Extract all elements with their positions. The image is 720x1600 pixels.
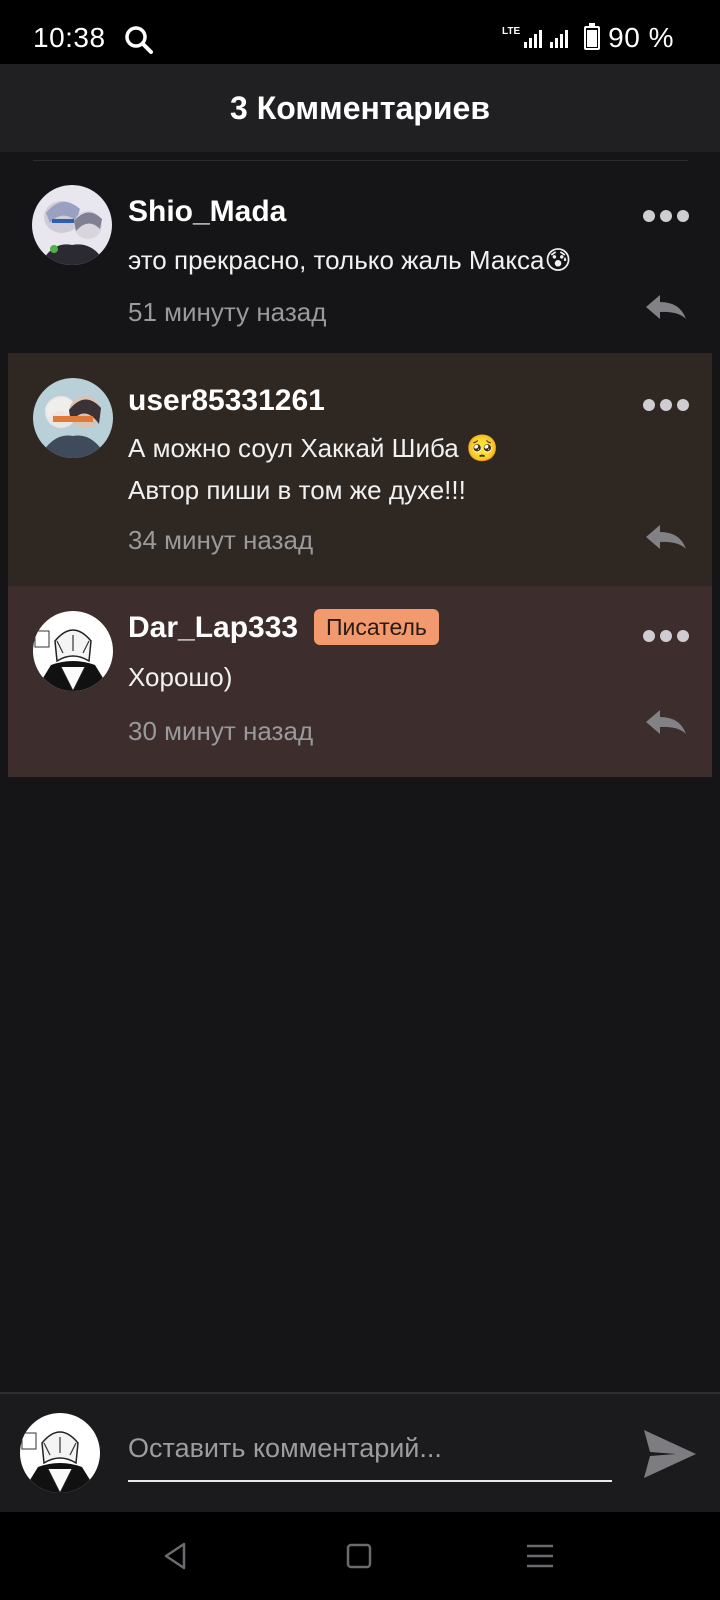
more-dot — [677, 630, 689, 642]
more-options-button[interactable] — [643, 398, 689, 412]
more-dot — [643, 210, 655, 222]
reply-icon[interactable] — [644, 708, 688, 738]
comment-timestamp: 51 минуту назад — [128, 297, 327, 327]
system-nav-bar — [0, 1512, 720, 1600]
comment-item: Dar_Lap333 Писатель Хорошо) 30 минут наз… — [8, 586, 712, 777]
comment-timestamp: 34 минут назад — [128, 525, 314, 555]
comment-text: А можно соул Хаккай Шиба 🥺 — [128, 433, 499, 463]
avatar[interactable] — [33, 611, 113, 691]
comment-username[interactable]: Shio_Mada — [128, 195, 286, 229]
battery-icon — [584, 23, 601, 50]
more-dot — [677, 399, 689, 411]
avatar[interactable] — [33, 378, 113, 458]
more-options-button[interactable] — [643, 209, 689, 223]
signal-icon — [524, 28, 544, 48]
writer-badge: Писатель — [314, 609, 439, 645]
signal-icon-2 — [550, 28, 570, 48]
status-time: 10:38 — [33, 22, 106, 53]
comment-input[interactable] — [128, 1416, 612, 1482]
comment-username[interactable]: Dar_Lap333 — [128, 611, 298, 645]
reply-icon[interactable] — [644, 293, 688, 323]
more-dot — [677, 210, 689, 222]
reply-icon[interactable] — [644, 523, 688, 553]
more-dot — [643, 399, 655, 411]
comment-item: Shio_Mada это прекрасно, только жаль Мак… — [0, 161, 720, 353]
more-dot — [660, 399, 672, 411]
network-label: LTE — [502, 25, 521, 37]
home-square-icon[interactable] — [343, 1540, 375, 1572]
more-dot — [643, 630, 655, 642]
comments-header: 3 Комментариев — [0, 64, 720, 152]
comment-username[interactable]: user85331261 — [128, 384, 325, 418]
comment-item: user85331261 А можно соул Хаккай Шиба 🥺 … — [8, 353, 712, 586]
comment-text: это прекрасно, только жаль Макса😰 — [128, 245, 572, 275]
comment-text: Хорошо) — [128, 662, 233, 692]
send-icon[interactable] — [642, 1428, 698, 1480]
avatar[interactable] — [32, 185, 112, 265]
back-triangle-icon[interactable] — [160, 1540, 192, 1572]
comment-input-bar — [0, 1392, 720, 1512]
comment-timestamp: 30 минут назад — [128, 716, 314, 746]
more-dot — [660, 630, 672, 642]
more-dot — [660, 210, 672, 222]
menu-lines-icon[interactable] — [524, 1540, 556, 1572]
battery-percent: 90 % — [608, 22, 674, 53]
page-title: 3 Комментариев — [230, 89, 490, 126]
more-options-button[interactable] — [643, 629, 689, 643]
comment-text: Автор пиши в том же духе!!! — [128, 475, 466, 505]
user-avatar[interactable] — [20, 1413, 100, 1493]
status-indicators: LTE 90 % — [502, 22, 674, 54]
search-icon — [125, 26, 153, 54]
status-bar: 10:38 LTE 90 % — [0, 0, 720, 64]
